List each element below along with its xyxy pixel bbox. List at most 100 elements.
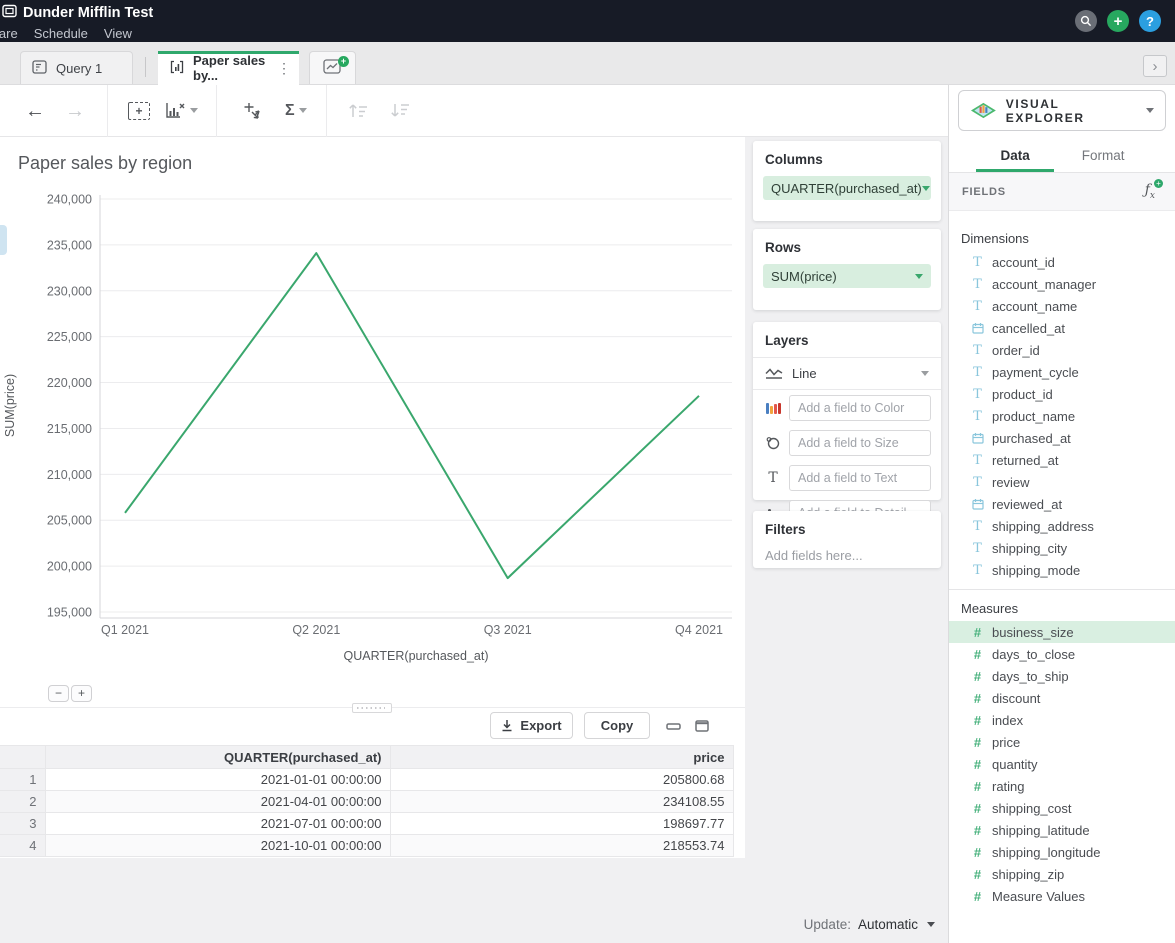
columns-pill[interactable]: QUARTER(purchased_at)	[763, 176, 931, 200]
color-field-input[interactable]	[789, 395, 931, 421]
column-header-price[interactable]: price	[390, 746, 733, 769]
copy-button[interactable]: Copy	[584, 712, 650, 739]
text-field-input[interactable]	[789, 465, 931, 491]
number-field-icon: #	[970, 691, 985, 706]
tab-query-1[interactable]: Query 1	[20, 51, 133, 84]
number-field-icon: #	[970, 867, 985, 882]
update-mode-dropdown[interactable]: Automatic	[858, 917, 935, 932]
add-button[interactable]: +	[1107, 10, 1129, 32]
tab-chart-active[interactable]: Paper sales by... ⋮	[158, 51, 299, 85]
y-tick-label: 195,000	[47, 606, 92, 620]
toolbar-separator	[107, 85, 108, 137]
visual-explorer-title: VISUAL EXPLORER	[1006, 97, 1137, 125]
rows-pill-label: SUM(price)	[771, 269, 837, 284]
add-formula-button[interactable]: ƒx+	[1145, 182, 1163, 201]
field-item-discount[interactable]: T # discount	[949, 687, 1175, 709]
caret-down-icon	[922, 186, 930, 191]
tab-scroll-right-button[interactable]: ›	[1143, 55, 1167, 77]
y-tick-label: 230,000	[47, 284, 92, 298]
line-chart[interactable]: 240,000235,000230,000225,000220,000215,0…	[0, 190, 745, 680]
column-header-quarter[interactable]: QUARTER(purchased_at)	[45, 746, 390, 769]
field-item-product-id[interactable]: T # product_id	[949, 383, 1175, 405]
help-button[interactable]: ?	[1139, 10, 1161, 32]
forward-button[interactable]: →	[65, 101, 85, 121]
field-item-business-size[interactable]: T # business_size	[949, 621, 1175, 643]
field-label: shipping_address	[992, 519, 1094, 534]
field-item-returned-at[interactable]: T # returned_at	[949, 449, 1175, 471]
clear-chart-button[interactable]	[165, 102, 198, 119]
menu-schedule[interactable]: Schedule	[34, 26, 88, 41]
tab-kebab-icon[interactable]: ⋮	[277, 60, 291, 77]
field-item-cancelled-at[interactable]: T # cancelled_at	[949, 317, 1175, 339]
swap-axes-button[interactable]	[243, 102, 263, 120]
rows-pill[interactable]: SUM(price)	[763, 264, 931, 288]
field-item-reviewed-at[interactable]: T # reviewed_at	[949, 493, 1175, 515]
number-field-icon: #	[970, 823, 985, 838]
field-item-shipping-mode[interactable]: T # shipping_mode	[949, 559, 1175, 581]
number-field-icon: #	[970, 801, 985, 816]
field-item-days-to-ship[interactable]: T # days_to_ship	[949, 665, 1175, 687]
field-item-index[interactable]: T # index	[949, 709, 1175, 731]
search-button[interactable]	[1075, 10, 1097, 32]
sort-ascending-button[interactable]	[348, 103, 368, 118]
sort-descending-button[interactable]	[390, 103, 410, 118]
collapsed-panel-handle[interactable]	[0, 225, 7, 255]
field-item-price[interactable]: T # price	[949, 731, 1175, 753]
field-item-account-name[interactable]: T # account_name	[949, 295, 1175, 317]
text-field-icon: T	[970, 541, 985, 556]
tab-data[interactable]: Data	[998, 139, 1031, 172]
field-label: cancelled_at	[992, 321, 1065, 336]
cell-quarter: 2021-07-01 00:00:00	[45, 813, 390, 835]
visual-explorer-selector[interactable]: VISUAL EXPLORER	[958, 90, 1166, 131]
field-label: purchased_at	[992, 431, 1071, 446]
field-item-days-to-close[interactable]: T # days_to_close	[949, 643, 1175, 665]
aggregate-button[interactable]: Σ	[285, 102, 307, 120]
results-table[interactable]: QUARTER(purchased_at) price 1 2021-01-01…	[0, 745, 734, 857]
text-field-icon: T	[970, 255, 985, 270]
pane-resize-handle[interactable]	[352, 703, 392, 713]
field-item-account-manager[interactable]: T # account_manager	[949, 273, 1175, 295]
field-item-shipping-address[interactable]: T # shipping_address	[949, 515, 1175, 537]
menu-view[interactable]: View	[104, 26, 132, 41]
field-label: rating	[992, 779, 1025, 794]
field-item-review[interactable]: T # review	[949, 471, 1175, 493]
zoom-out-button[interactable]: −	[48, 685, 69, 702]
collapse-table-button[interactable]	[666, 719, 682, 737]
field-item-shipping-zip[interactable]: T # shipping_zip	[949, 863, 1175, 885]
field-item-purchased-at[interactable]: T # purchased_at	[949, 427, 1175, 449]
field-item-shipping-longitude[interactable]: T # shipping_longitude	[949, 841, 1175, 863]
tab-format[interactable]: Format	[1080, 139, 1127, 172]
panel-tabs: Data Format	[949, 139, 1175, 173]
filters-dropzone[interactable]: Add fields here...	[753, 546, 941, 575]
field-item-shipping-latitude[interactable]: T # shipping_latitude	[949, 819, 1175, 841]
back-button[interactable]: ←	[25, 101, 45, 121]
export-button[interactable]: Export	[490, 712, 573, 739]
field-label: days_to_close	[992, 647, 1075, 662]
field-item-shipping-cost[interactable]: T # shipping_cost	[949, 797, 1175, 819]
table-row: 2 2021-04-01 00:00:00 234108.55	[0, 791, 733, 813]
field-item-rating[interactable]: T # rating	[949, 775, 1175, 797]
field-label: shipping_mode	[992, 563, 1080, 578]
y-tick-label: 220,000	[47, 376, 92, 390]
field-item-shipping-city[interactable]: T # shipping_city	[949, 537, 1175, 559]
size-field-input[interactable]	[789, 430, 931, 456]
field-item-quantity[interactable]: T # quantity	[949, 753, 1175, 775]
expand-table-button[interactable]	[695, 719, 710, 737]
add-to-report-button[interactable]: +	[128, 102, 150, 120]
field-item-order-id[interactable]: T # order_id	[949, 339, 1175, 361]
field-list: Dimensions T # account_id T	[949, 223, 1175, 907]
menu-share[interactable]: Share	[0, 26, 18, 41]
new-chart-tab-button[interactable]: +	[309, 51, 356, 84]
chart-line[interactable]	[125, 253, 699, 578]
field-item-account-id[interactable]: T # account_id	[949, 251, 1175, 273]
field-label: account_manager	[992, 277, 1096, 292]
layer-type-dropdown[interactable]: Line	[753, 357, 941, 390]
field-item-payment-cycle[interactable]: T # payment_cycle	[949, 361, 1175, 383]
text-field-icon: T	[970, 563, 985, 578]
field-item-product-name[interactable]: T # product_name	[949, 405, 1175, 427]
field-item-measure-values[interactable]: T # Measure Values	[949, 885, 1175, 907]
fields-label: FIELDS	[962, 186, 1006, 198]
visual-explorer-logo	[970, 100, 997, 122]
caret-down-icon	[190, 108, 198, 113]
zoom-in-button[interactable]: +	[71, 685, 92, 702]
